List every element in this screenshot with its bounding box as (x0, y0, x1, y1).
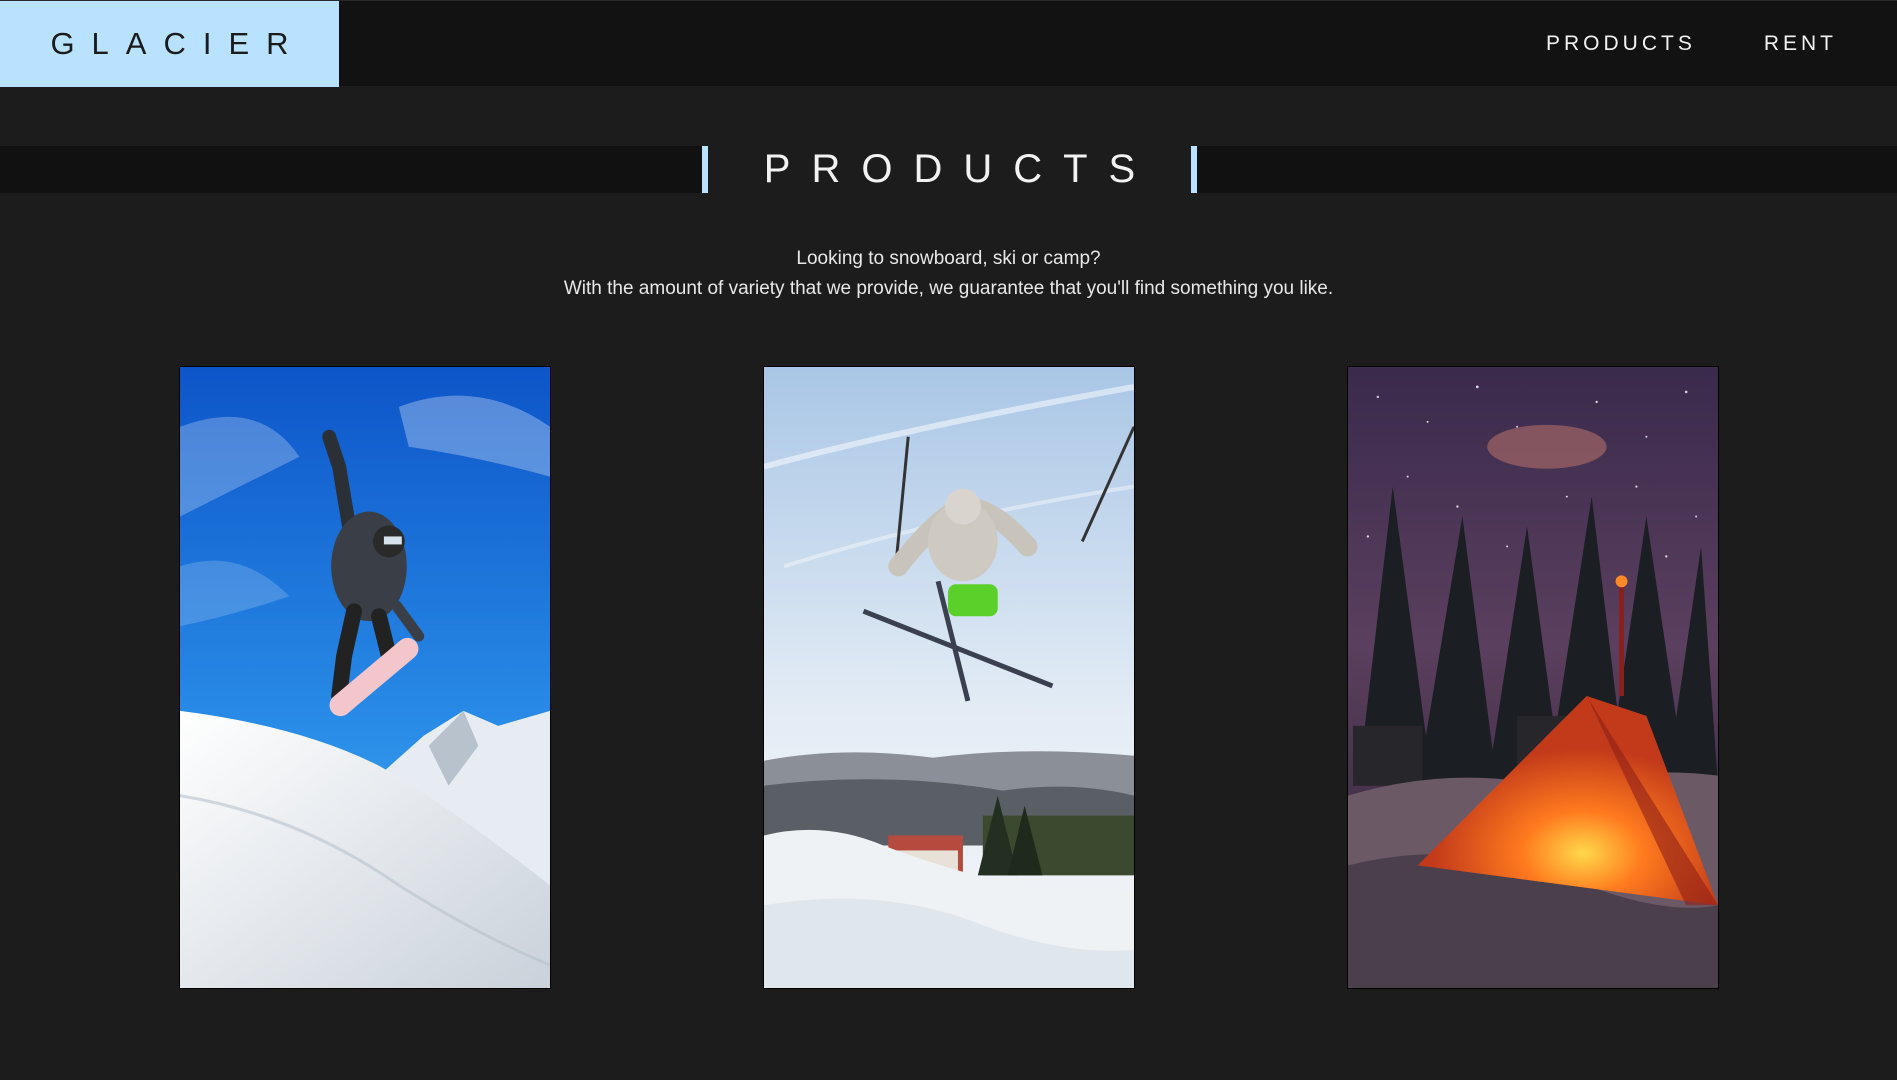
section-title: PRODUCTS (763, 147, 1157, 191)
top-navigation-bar: GLACIER PRODUCTS RENT (0, 0, 1897, 87)
nav-link-products[interactable]: PRODUCTS (1546, 32, 1696, 56)
camping-photo (1348, 367, 1718, 988)
nav-link-rent[interactable]: RENT (1764, 32, 1837, 56)
product-card-ski[interactable] (763, 366, 1135, 989)
main-nav: PRODUCTS RENT (1546, 1, 1837, 87)
snowboard-photo (180, 367, 550, 988)
intro-line-1: Looking to snowboard, ski or camp? (796, 248, 1101, 269)
intro-line-2: With the amount of variety that we provi… (563, 278, 1334, 299)
section-title-box: PRODUCTS (702, 146, 1197, 193)
product-card-camping[interactable] (1347, 366, 1719, 989)
logo[interactable]: GLACIER (0, 1, 339, 87)
ski-photo (764, 367, 1134, 988)
product-card-snowboard[interactable] (179, 366, 551, 989)
section-intro: Looking to snowboard, ski or camp? With … (0, 244, 1897, 304)
